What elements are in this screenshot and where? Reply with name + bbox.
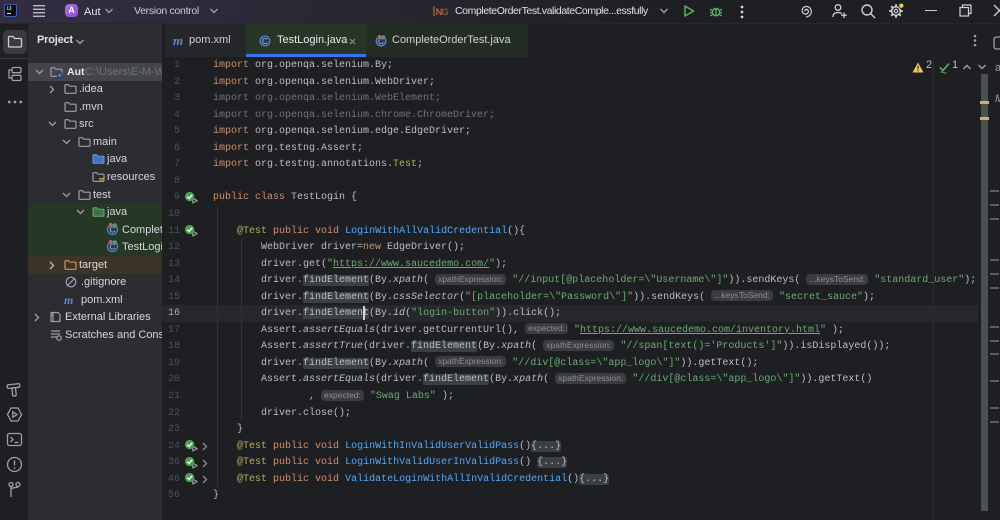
svg-text:G: G (441, 7, 448, 18)
svg-text:C: C (262, 37, 268, 46)
svg-text:m: m (173, 34, 183, 48)
svg-text:m: m (64, 293, 73, 306)
